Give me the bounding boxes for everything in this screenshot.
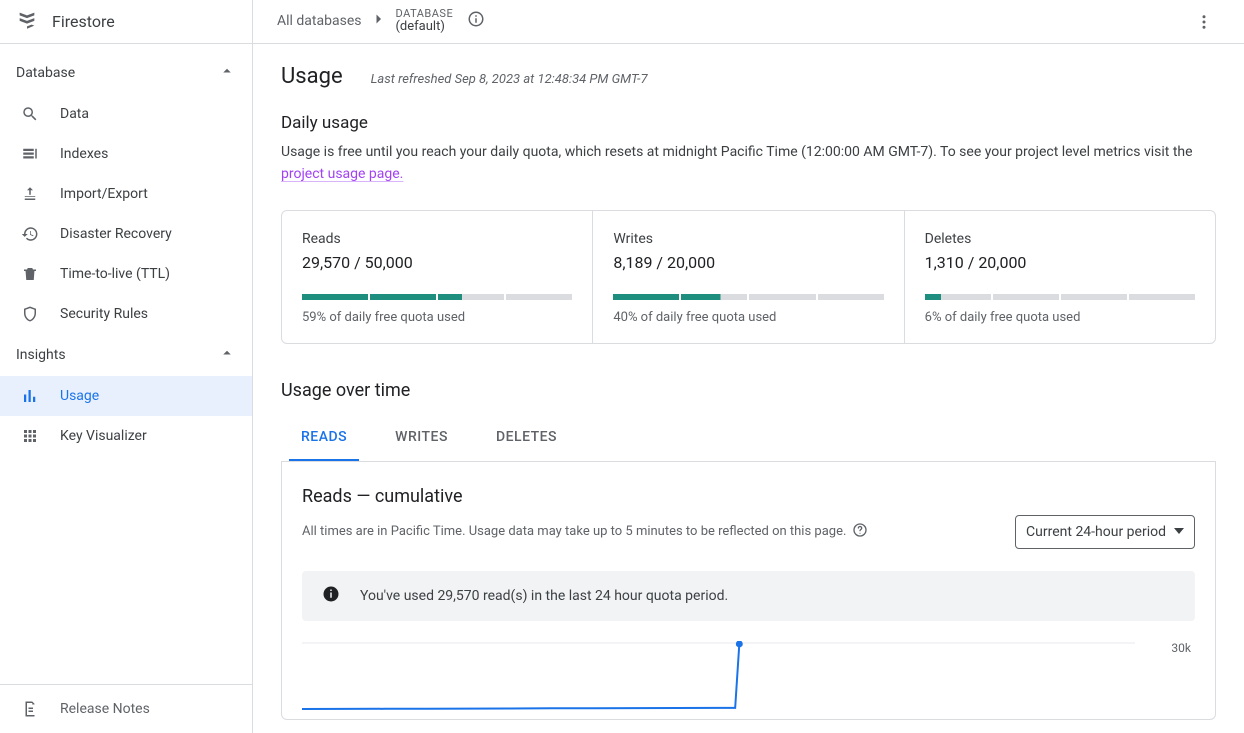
importexport-icon [20,184,40,204]
sidebar-item-label: Release Notes [60,701,150,717]
stat-card-writes: Writes 8,189 / 20,000 40% of daily free … [592,211,903,343]
tabs: Reads Writes Deletes [281,415,1216,462]
help-icon[interactable] [852,522,868,542]
section-header-database[interactable]: Database [0,52,252,94]
breadcrumb-current-label: (default) [395,20,453,35]
barchart-icon [20,386,40,406]
last-refreshed-text: Last refreshed Sep 8, 2023 at 12:48:34 P… [371,72,648,87]
banner-text: You've used 29,570 read(s) in the last 2… [360,588,728,604]
stat-footer: 6% of daily free quota used [925,310,1195,325]
history-icon [20,224,40,244]
sidebar-item-label: Usage [60,388,99,404]
trash-icon [20,264,40,284]
breadcrumb-root-link[interactable]: All databases [277,13,361,29]
stat-label: Writes [613,231,883,247]
sidebar-item-label: Indexes [60,146,108,162]
tab-writes[interactable]: Writes [383,415,460,461]
dropdown-icon [1174,524,1184,540]
breadcrumb: All databases DATABASE (default) [277,8,485,36]
sidebar-item-label: Import/Export [60,186,148,202]
chevron-up-icon [218,62,236,84]
section-title: Database [16,65,75,81]
search-icon [20,104,40,124]
stat-value: 1,310 / 20,000 [925,253,1195,272]
sidebar-item-import-export[interactable]: Import/Export [0,174,252,214]
chart-area: 30k [302,641,1195,711]
tab-deletes[interactable]: Deletes [484,415,569,461]
breadcrumb-current: DATABASE (default) [395,8,453,36]
daily-stats-cards: Reads 29,570 / 50,000 59% of daily free … [281,210,1216,344]
stat-label: Reads [302,231,572,247]
section-header-insights[interactable]: Insights [0,334,252,376]
product-name: Firestore [52,12,115,31]
stat-label: Deletes [925,231,1195,247]
chart-card: Reads — cumulative All times are in Paci… [281,462,1216,720]
sidebar: Firestore Database Data Indexes Import/Expo… [0,0,253,733]
sidebar-item-release-notes[interactable]: Release Notes [0,689,252,729]
sidebar-item-indexes[interactable]: Indexes [0,134,252,174]
sidebar-item-security-rules[interactable]: Security Rules [0,294,252,334]
indexes-icon [20,144,40,164]
section-title: Insights [16,347,66,363]
sidebar-item-disaster-recovery[interactable]: Disaster Recovery [0,214,252,254]
shield-icon [20,304,40,324]
progress-bar [302,294,572,300]
sidebar-item-label: Key Visualizer [60,428,147,444]
notes-icon [20,699,40,719]
stat-card-deletes: Deletes 1,310 / 20,000 6% of daily free … [904,211,1215,343]
chart-y-tick-label: 30k [1171,641,1191,655]
time-range-select[interactable]: Current 24-hour period [1015,515,1195,549]
page-title: Usage [281,64,343,89]
more-options-button[interactable] [1188,6,1220,38]
sidebar-item-label: Security Rules [60,306,148,322]
sidebar-item-usage[interactable]: Usage [0,376,252,416]
stat-value: 8,189 / 20,000 [613,253,883,272]
sidebar-item-label: Data [60,106,89,122]
stat-footer: 40% of daily free quota used [613,310,883,325]
chart-subtitle: All times are in Pacific Time. Usage dat… [302,522,868,542]
stat-card-reads: Reads 29,570 / 50,000 59% of daily free … [282,211,592,343]
sidebar-item-label: Time-to-live (TTL) [60,266,170,282]
content: Usage Last refreshed Sep 8, 2023 at 12:4… [253,44,1244,733]
chevron-right-icon [369,10,387,32]
firestore-logo-icon [16,9,38,35]
stat-footer: 59% of daily free quota used [302,310,572,325]
stat-value: 29,570 / 50,000 [302,253,572,272]
usage-banner: You've used 29,570 read(s) in the last 2… [302,571,1195,621]
sidebar-item-data[interactable]: Data [0,94,252,134]
project-usage-link[interactable]: project usage page. [281,166,403,182]
chart-title: Reads — cumulative [302,486,1195,507]
sidebar-header: Firestore [0,0,252,44]
info-icon[interactable] [467,10,485,32]
sidebar-item-time-to-live-ttl-[interactable]: Time-to-live (TTL) [0,254,252,294]
progress-bar [925,294,1195,300]
progress-bar [613,294,883,300]
tab-reads[interactable]: Reads [289,415,359,461]
sidebar-item-label: Disaster Recovery [60,226,172,242]
usage-over-time-heading: Usage over time [281,380,1216,401]
sidebar-item-key-visualizer[interactable]: Key Visualizer [0,416,252,456]
range-label: Current 24-hour period [1026,524,1166,540]
daily-usage-heading: Daily usage [281,113,1216,133]
reads-line-chart [302,641,1135,711]
chevron-up-icon [218,344,236,366]
top-bar: All databases DATABASE (default) [253,0,1244,44]
info-icon [322,585,340,607]
grid-icon [20,426,40,446]
daily-usage-description: Usage is free until you reach your daily… [281,141,1216,186]
